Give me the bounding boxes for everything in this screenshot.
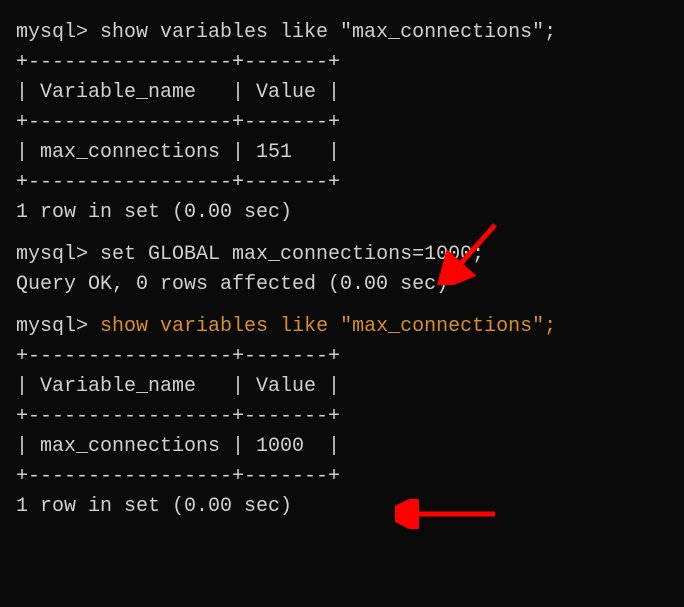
table1-row: | max_connections | 151 | (16, 138, 668, 168)
table3-border-mid: +-----------------+-------+ (16, 402, 668, 432)
mysql-prompt: mysql> (16, 243, 88, 266)
table1-header: | Variable_name | Value | (16, 78, 668, 108)
terminal-line-query2: mysql> set GLOBAL max_connections=1000; (16, 240, 668, 270)
query1-command: show variables like "max_connections"; (88, 21, 556, 44)
table1-border-bot: +-----------------+-------+ (16, 168, 668, 198)
table3-header: | Variable_name | Value | (16, 372, 668, 402)
table3-row: | max_connections | 1000 | (16, 432, 668, 462)
terminal-line-query3: mysql> show variables like "max_connecti… (16, 312, 668, 342)
table3-border-top: +-----------------+-------+ (16, 342, 668, 372)
mysql-prompt: mysql> (16, 21, 88, 44)
query3-command: show variables like "max_connections"; (100, 315, 556, 338)
table3-border-bot: +-----------------+-------+ (16, 462, 668, 492)
table1-border-top: +-----------------+-------+ (16, 48, 668, 78)
table1-border-mid: +-----------------+-------+ (16, 108, 668, 138)
query2-result: Query OK, 0 rows affected (0.00 sec) (16, 270, 668, 300)
query1-summary: 1 row in set (0.00 sec) (16, 198, 668, 228)
terminal-line-query1: mysql> show variables like "max_connecti… (16, 18, 668, 48)
query3-summary: 1 row in set (0.00 sec) (16, 492, 668, 522)
mysql-prompt: mysql> (16, 315, 88, 338)
query2-command: set GLOBAL max_connections=1000; (88, 243, 484, 266)
